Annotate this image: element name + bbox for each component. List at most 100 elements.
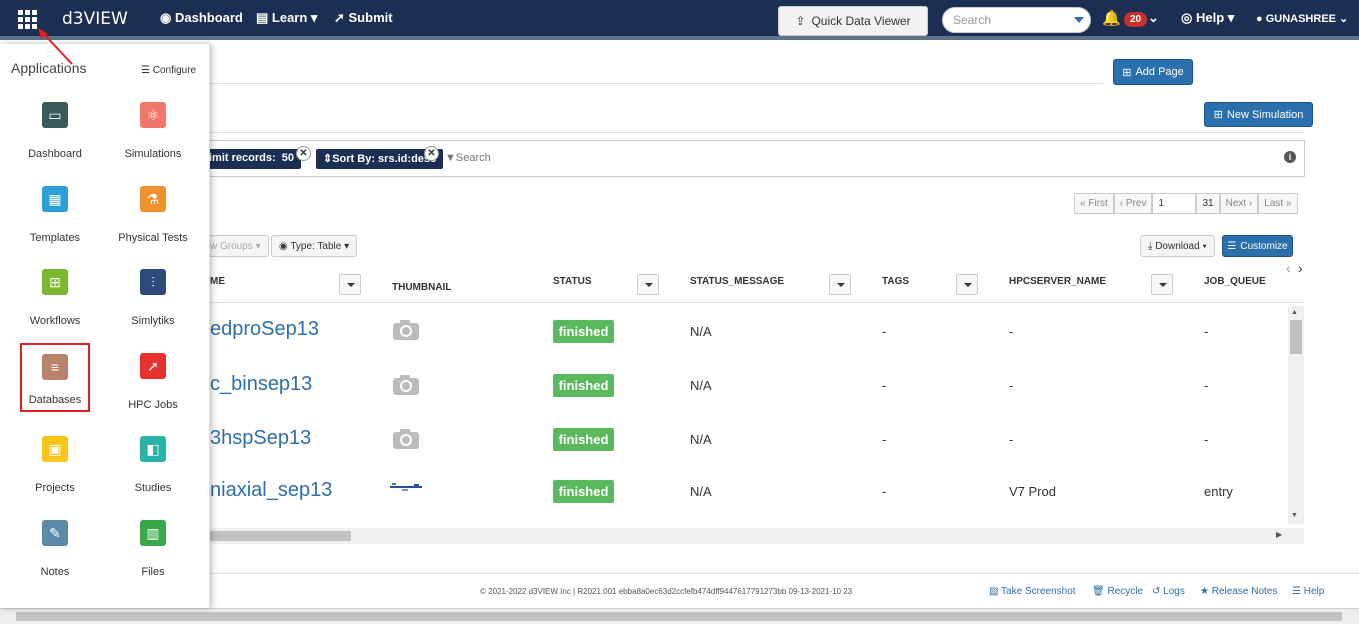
camera-icon [393,320,419,340]
app-workflows[interactable]: ⊞ Workflows [10,269,100,327]
hpcserver-cell: V7 Prod [1009,484,1056,499]
col-status-message[interactable]: STATUS_MESSAGE [690,276,784,287]
nav-learn[interactable]: ▤ Learn ▾ [256,10,317,26]
help-menu[interactable]: ◎ Help ▾ [1181,10,1234,26]
search-dropdown-icon[interactable] [1074,17,1084,23]
nav-submit[interactable]: ➚ Submit [334,10,393,26]
status-badge: finished [553,428,614,451]
configure-link[interactable]: ☰ Configure [141,65,196,76]
col-thumbnail[interactable]: THUMBNAIL [392,282,451,293]
tags-cell: - [882,378,887,393]
app-databases[interactable]: ≡ Databases [20,343,90,412]
copyright-text: © 2021-2022 d3VIEW Inc | R2021.001 ebba8… [480,587,853,596]
global-search-input[interactable]: Search [942,7,1091,33]
bell-icon[interactable]: 🔔 [1102,9,1121,27]
apps-grid-icon[interactable] [18,10,38,29]
database-icon: ≡ [42,354,68,380]
new-simulation-button[interactable]: ⊞ New Simulation [1204,102,1313,127]
filter-bar: imit records: 50 ✕ ⇕Sort By: srs.id:desc… [202,140,1305,177]
col-hpcserver-name[interactable]: HPCSERVER_NAME [1009,276,1106,287]
add-page-button[interactable]: ⊞ Add Page [1113,59,1193,85]
col-hpcserver-dropdown[interactable] [1151,274,1173,295]
lifebuoy-icon: ◎ [1181,10,1196,25]
app-physical-tests[interactable]: ⚗ Physical Tests [108,186,198,244]
page-horizontal-scrollbar[interactable] [0,608,1359,624]
eye-icon: ◉ [279,241,291,252]
info-icon[interactable]: i [1284,151,1296,163]
plus-square-icon: ⊞ [1213,109,1223,121]
scroll-right-icon[interactable]: › [1298,260,1303,276]
view-groups-button[interactable]: w Groups ▾ [202,235,269,257]
flask-icon: ⚗ [140,186,166,212]
tags-cell: - [882,484,887,499]
col-status-dropdown[interactable] [637,274,659,295]
hpcserver-cell: - [1009,324,1014,339]
scrollbar-thumb[interactable] [1290,320,1302,354]
remove-limit-icon[interactable]: ✕ [296,146,311,161]
col-status-message-dropdown[interactable] [829,274,851,295]
simulation-name-link[interactable]: edproSep13 [210,318,319,341]
template-icon: ▦ [42,186,68,212]
first-page-button[interactable]: « First [1074,193,1114,214]
prev-page-button[interactable]: ‹ Prev [1113,193,1153,214]
remove-sort-icon[interactable]: ✕ [424,146,439,161]
download-button[interactable]: ⤓ Download ▾ [1140,235,1215,257]
page-number-input[interactable]: 1 [1152,193,1197,214]
star-icon: ★ [1200,586,1212,597]
release-notes-link[interactable]: ★ Release Notes [1200,586,1277,597]
recycle-link[interactable]: 🗑 Recycle [1092,586,1143,597]
table-vertical-scrollbar[interactable]: ▲ ▼ [1288,306,1304,524]
filter-search[interactable]: ▼Search [445,152,491,164]
chevron-down-icon: ▾ [307,10,318,25]
user-menu[interactable]: ● Gunashree ⌄ [1256,12,1348,25]
help-link[interactable]: ☰ Help [1292,586,1324,597]
app-hpc-jobs[interactable]: ➚ HPC Jobs [108,353,198,411]
table-horizontal-scrollbar[interactable]: ▶ [210,528,1304,544]
col-name[interactable]: ME [210,276,225,287]
col-job-queue[interactable]: JOB_QUEUE [1204,276,1266,287]
notification-count-badge[interactable]: 20 [1124,12,1148,27]
app-studies[interactable]: ◧ Studies [108,436,198,494]
limit-records-tag[interactable]: imit records: 50 [202,149,302,169]
scroll-up-icon[interactable]: ▲ [1291,309,1298,316]
upload-icon: ⇪ [795,14,806,28]
app-templates[interactable]: ▦ Templates [10,186,100,244]
type-table-button[interactable]: ◉ Type: Table ▾ [271,235,358,257]
rocket-icon: ➚ [334,10,349,25]
col-tags[interactable]: TAGS [882,276,909,287]
simulation-name-link[interactable]: 3hspSep13 [210,427,311,450]
next-page-button[interactable]: Next › [1219,193,1259,214]
col-status[interactable]: STATUS [553,276,592,287]
scroll-left-icon[interactable]: ‹ [1286,260,1291,276]
app-simlytiks[interactable]: ⫶ Simlytiks [108,269,198,327]
app-simulations[interactable]: ⚛ Simulations [108,102,198,160]
trash-icon: 🗑 [1092,586,1108,597]
scrollbar-thumb[interactable] [16,612,1342,621]
simulation-name-link[interactable]: c_binsep13 [210,373,312,396]
app-dashboard[interactable]: ▭ Dashboard [10,102,100,160]
notifications-chevron-icon[interactable]: ⌄ [1148,10,1159,26]
pagination: « First ‹ Prev 1 31 Next › Last » [1074,193,1298,214]
scroll-right-arrow-icon[interactable]: ▶ [1276,530,1282,539]
customize-button[interactable]: ☰ Customize [1222,235,1293,257]
simulation-name-link[interactable]: niaxial_sep13 [210,479,332,502]
thumbnail-image[interactable] [390,481,422,495]
page-name-input[interactable] [210,83,1103,84]
logs-link[interactable]: ↺ Logs [1152,586,1185,597]
last-page-button[interactable]: Last » [1258,193,1298,214]
scrollbar-thumb[interactable] [210,531,351,541]
col-tags-dropdown[interactable] [956,274,978,295]
app-projects[interactable]: ▣ Projects [10,436,100,494]
app-files[interactable]: ▥ Files [108,520,198,578]
nav-dashboard[interactable]: ◉ Dashboard [160,10,243,26]
filter-icon: ▼ [445,152,456,164]
job-queue-cell: - [1204,378,1209,393]
divider [210,132,1305,133]
col-name-dropdown[interactable] [339,274,361,295]
total-pages: 31 [1196,193,1220,214]
take-screenshot-link[interactable]: ▨ Take Screenshot [989,586,1076,597]
quick-data-viewer-button[interactable]: ⇪ Quick Data Viewer [778,6,928,36]
scroll-down-icon[interactable]: ▼ [1291,512,1298,519]
app-notes[interactable]: ✎ Notes [10,520,100,578]
d3view-logo[interactable]: d3VIEW [62,9,128,29]
